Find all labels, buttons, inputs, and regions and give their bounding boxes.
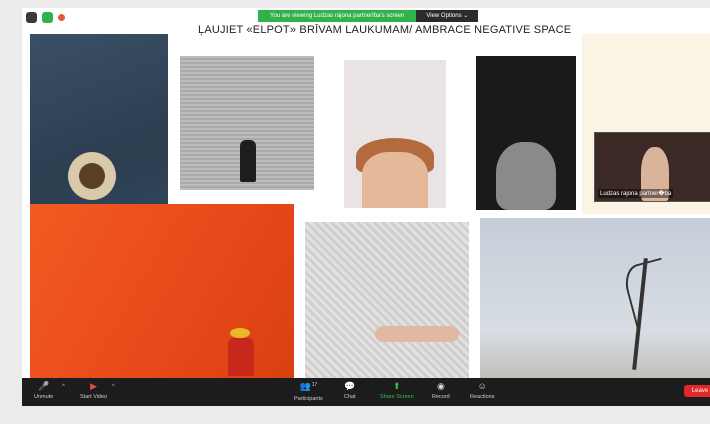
view-options-button[interactable]: View Options ⌄ (416, 10, 479, 22)
video-options-chevron-icon[interactable]: ^ (112, 384, 115, 390)
photo-lone-tree (480, 218, 710, 380)
recording-dot-icon (58, 14, 65, 21)
viewing-screen-message: You are viewing Ludzas rajona partnerība… (258, 10, 417, 22)
record-label: Record (432, 394, 450, 400)
self-view-name: Ludzas rajona partner�ba (598, 189, 674, 198)
info-icon[interactable] (26, 12, 37, 23)
leave-button[interactable]: Leave (684, 385, 710, 397)
chat-label: Chat (344, 394, 356, 400)
share-screen-label: Share Screen (380, 394, 414, 400)
participants-count: 17 (311, 382, 318, 388)
hand-shape (375, 326, 459, 342)
share-screen-button[interactable]: ⬆ Share Screen (380, 381, 414, 400)
chat-icon: 💬 (344, 381, 356, 391)
security-shield-icon[interactable] (42, 12, 53, 23)
record-button[interactable]: ◉ Record (432, 381, 450, 400)
audio-options-chevron-icon[interactable]: ^ (62, 384, 65, 390)
man-red-shirt-shape (228, 338, 254, 376)
photo-orange-wall (30, 204, 294, 380)
meeting-toolbar: 🎤 Unmute ^ ▶ Start Video ^ 👥17 Participa… (22, 378, 710, 406)
boy-face-shape (496, 142, 556, 210)
photo-woman-face (344, 60, 446, 208)
chat-button[interactable]: 💬 Chat (344, 381, 356, 400)
record-icon: ◉ (436, 381, 445, 391)
shared-screen-area: You are viewing Ludzas rajona partnerība… (22, 8, 710, 406)
start-video-label: Start Video (80, 394, 108, 400)
screen-share-banner: You are viewing Ludzas rajona partnerība… (258, 10, 479, 22)
photo-person-wall (180, 56, 314, 190)
reactions-button[interactable]: ☺ Reactions (470, 381, 494, 400)
share-screen-icon: ⬆ (393, 381, 401, 391)
photo-hand-macarons (305, 222, 469, 380)
start-video-button[interactable]: ▶ Start Video (80, 381, 107, 400)
participants-button[interactable]: 👥17 Participants (294, 381, 323, 402)
tree-branch-shape (620, 257, 678, 329)
top-left-controls (26, 12, 65, 23)
unmute-button[interactable]: 🎤 Unmute (34, 381, 53, 400)
self-view-video[interactable]: Ludzas rajona partner�ba (594, 132, 710, 202)
participants-label: Participants (294, 396, 323, 402)
reactions-icon: ☺ (477, 381, 487, 391)
participants-icon: 👥17 (299, 381, 318, 391)
reactions-label: Reactions (470, 394, 495, 400)
photo-boy-portrait (476, 56, 576, 210)
unmute-label: Unmute (34, 394, 54, 400)
yellow-hat-shape (230, 328, 250, 338)
mic-muted-icon: 🎤 (38, 381, 50, 391)
person-silhouette (240, 140, 256, 182)
coffee-cup-shape (68, 152, 116, 200)
face-shape (362, 152, 428, 208)
slide-title: ĻAUJIET «ELPOT» BRĪVAM LAUKUMAM/ AMBRACE… (198, 24, 572, 36)
video-off-icon: ▶ (90, 381, 98, 391)
